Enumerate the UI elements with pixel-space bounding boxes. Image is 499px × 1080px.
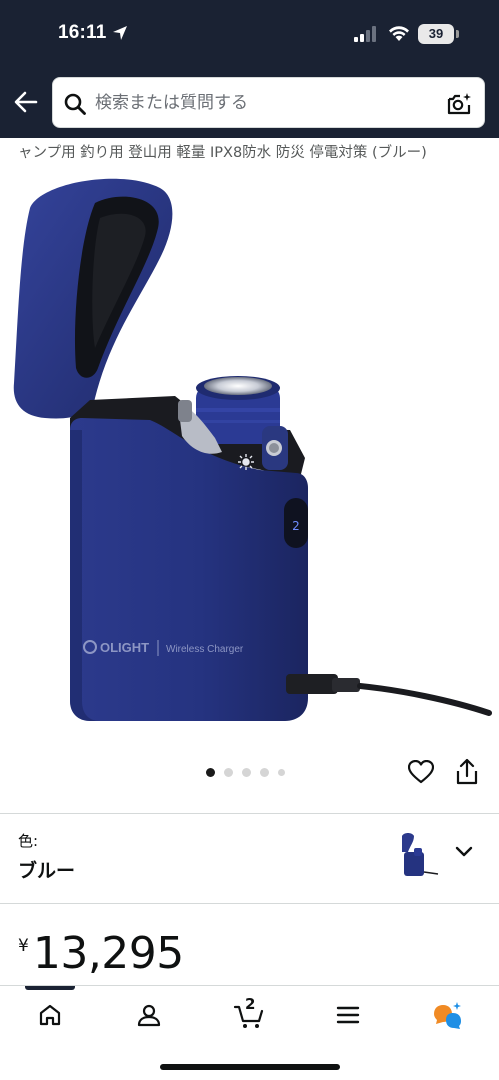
brand-logo-text: OLIGHT [100, 640, 149, 655]
carousel-dot[interactable] [224, 767, 233, 777]
carousel-dot[interactable] [206, 767, 215, 777]
status-bar: 16:11 39 [0, 0, 499, 68]
search-input[interactable] [95, 78, 435, 127]
search-icon [64, 93, 86, 115]
tab-rufus[interactable] [422, 998, 472, 1032]
divider [0, 813, 499, 814]
tab-account[interactable] [124, 998, 174, 1032]
divider [0, 903, 499, 904]
battery-tip [456, 30, 459, 38]
color-label: 色: [18, 832, 39, 850]
menu-icon [336, 1006, 360, 1024]
price: ¥ 13,295 [18, 928, 184, 979]
cart-count-badge: 2 [245, 995, 256, 1013]
carousel-dot[interactable] [260, 767, 269, 777]
active-tab-indicator [25, 986, 75, 990]
carousel-dot[interactable] [242, 767, 251, 777]
account-icon [137, 1004, 161, 1027]
rufus-icon [434, 1002, 461, 1029]
color-value: ブルー [18, 860, 76, 882]
price-value: 13,295 [32, 928, 184, 979]
camera-search-icon[interactable] [445, 90, 473, 118]
tab-home[interactable] [25, 998, 75, 1032]
color-thumbnail[interactable] [396, 830, 440, 884]
carousel-dot[interactable] [278, 768, 285, 776]
chevron-down-icon[interactable] [453, 843, 475, 861]
back-arrow-icon[interactable] [12, 88, 40, 116]
search-bar[interactable] [52, 77, 485, 128]
home-indicator [160, 1064, 340, 1070]
product-title[interactable]: ャンプ用 釣り用 登山用 軽量 IPX8防水 防災 停電対策 (ブルー) [0, 140, 499, 168]
cellular-signal-icon [354, 26, 376, 42]
price-currency: ¥ [18, 936, 29, 956]
status-time: 16:11 [58, 22, 107, 43]
battery-indicator: 39 [418, 24, 454, 44]
svg-text:2: 2 [292, 519, 300, 533]
wifi-icon [389, 26, 409, 41]
heart-icon[interactable] [408, 760, 434, 784]
image-carousel-dots[interactable] [206, 767, 285, 777]
app-header: 16:11 39 [0, 0, 499, 138]
home-icon [39, 1004, 61, 1026]
product-image[interactable]: 2 OLIGHT Wireless Charger [0, 168, 499, 748]
tab-menu[interactable] [323, 998, 373, 1032]
device-label-text: Wireless Charger [166, 644, 244, 655]
location-arrow-icon [113, 26, 127, 40]
share-icon[interactable] [455, 758, 479, 786]
